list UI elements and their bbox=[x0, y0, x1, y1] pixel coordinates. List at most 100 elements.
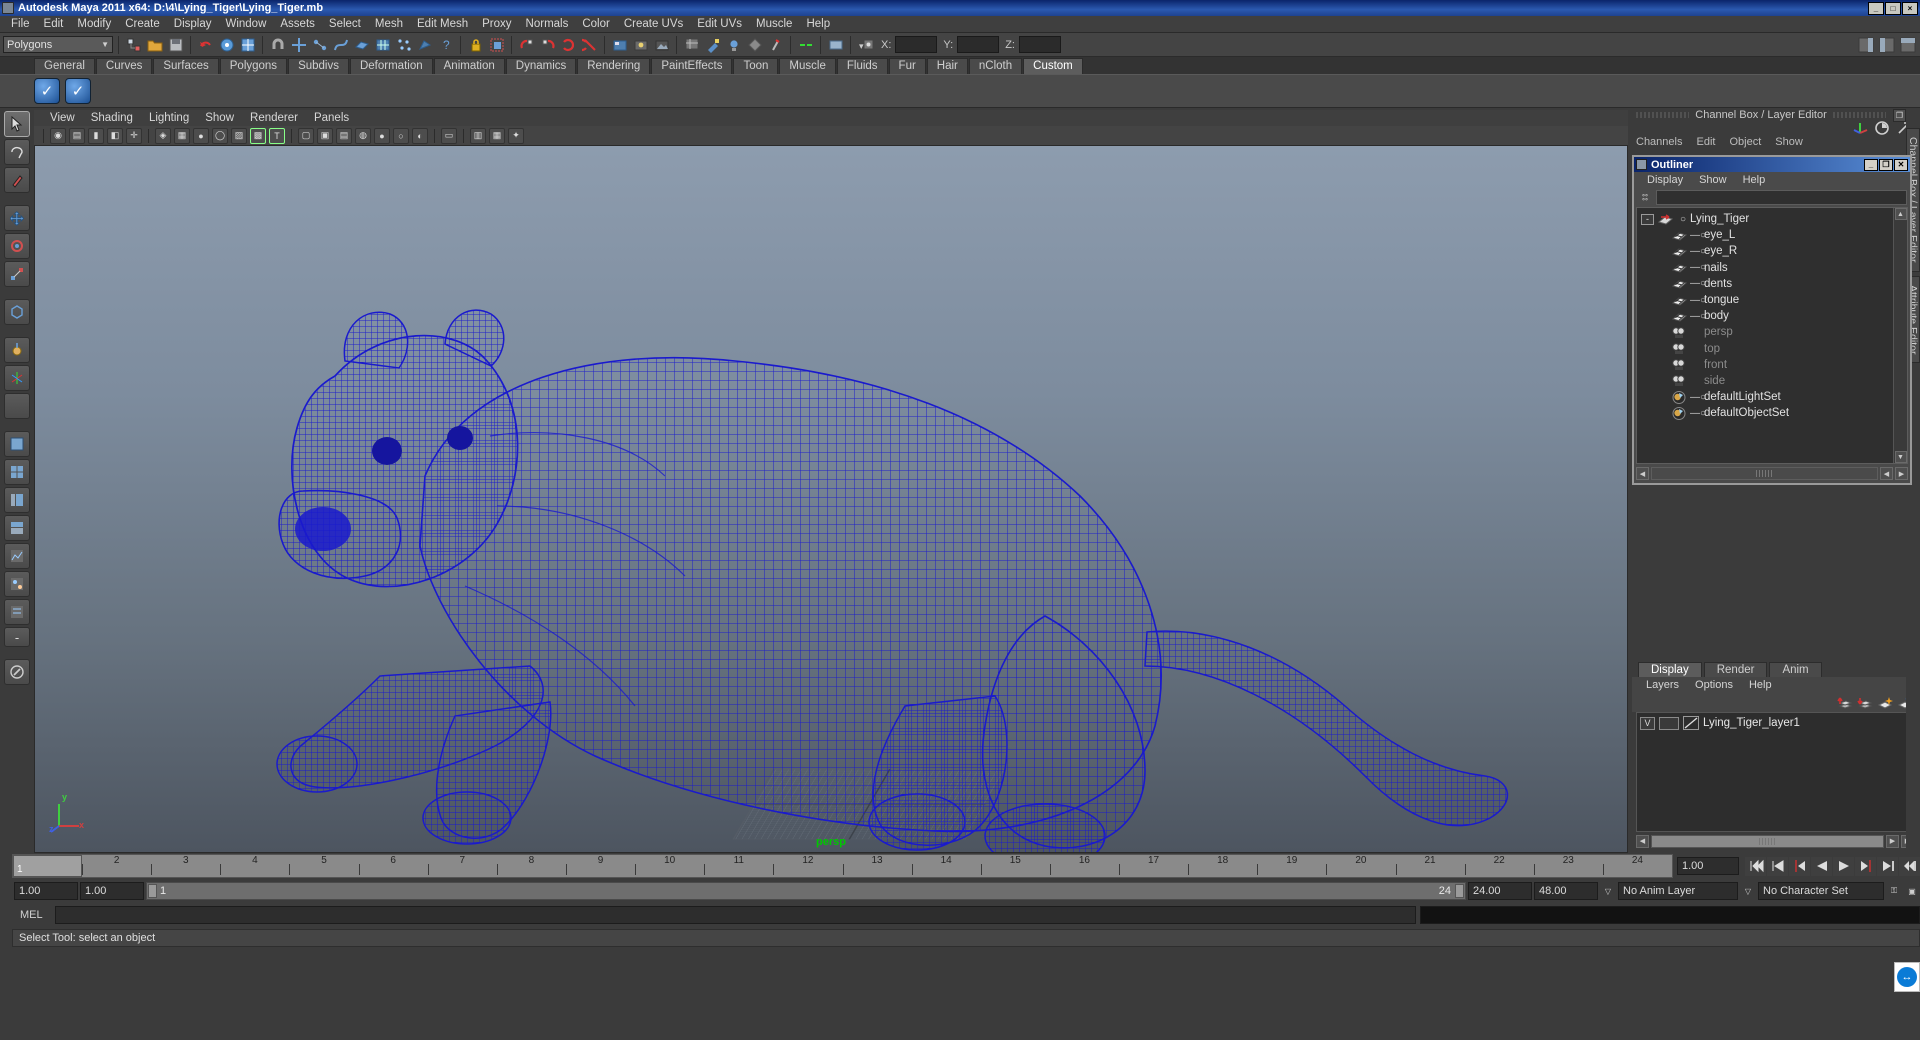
smooth-shade-all-icon[interactable]: ▦ bbox=[174, 127, 190, 144]
hardware-texturing-icon[interactable]: ▩ bbox=[250, 127, 266, 144]
isolate-select-viewport-icon[interactable]: ▭ bbox=[441, 127, 457, 144]
current-time-field[interactable]: 1.00 bbox=[1677, 857, 1739, 875]
channelbox-menu-show[interactable]: Show bbox=[1775, 136, 1803, 150]
outliner-row-persp[interactable]: persp bbox=[1639, 324, 1893, 340]
quick-layout-four-icon[interactable] bbox=[4, 459, 30, 485]
rotate-tool-icon[interactable] bbox=[4, 233, 30, 259]
go-to-end-icon[interactable] bbox=[1899, 856, 1920, 876]
ipr-render-icon[interactable] bbox=[631, 35, 650, 54]
high-quality-render-icon[interactable]: ◍ bbox=[355, 127, 371, 144]
outliner-menu-show[interactable]: Show bbox=[1691, 174, 1735, 186]
drag-handle-left[interactable] bbox=[1636, 112, 1690, 118]
snap-to-grid-icon[interactable] bbox=[373, 35, 392, 54]
layer-color-swatch[interactable] bbox=[1683, 716, 1699, 730]
open-scene-icon[interactable] bbox=[145, 35, 164, 54]
command-language-label[interactable]: MEL bbox=[16, 909, 51, 921]
shelf-tab-hair[interactable]: Hair bbox=[926, 58, 968, 74]
outliner-row-tongue[interactable]: —○ tongue bbox=[1639, 292, 1893, 308]
layer-tab-anim[interactable]: Anim bbox=[1769, 662, 1822, 677]
select-camera-icon[interactable]: ◉ bbox=[50, 127, 66, 144]
outliner-tree[interactable]: - ○ Lying_Tiger —○ eye_L —○ eye_R —○ nails —○ dent… bbox=[1637, 208, 1893, 463]
menu-display[interactable]: Display bbox=[167, 17, 219, 31]
shelf-tab-custom[interactable]: Custom bbox=[1023, 58, 1083, 74]
outliner-filter-icon[interactable]: ⦂⦂ bbox=[1637, 190, 1653, 204]
new-layer-icon[interactable] bbox=[1877, 695, 1893, 709]
layer-horizontal-scrollbar[interactable]: ◀ ▶ ▶ bbox=[1636, 834, 1914, 848]
all-lights-icon[interactable]: ○ bbox=[393, 127, 409, 144]
shelf-tab-surfaces[interactable]: Surfaces bbox=[153, 58, 219, 74]
outliner-row-body[interactable]: —○ body bbox=[1639, 308, 1893, 324]
auto-key-icon[interactable]: ⚿ bbox=[1886, 882, 1902, 900]
outliner-hscroll-thumb[interactable] bbox=[1651, 467, 1878, 480]
outliner-row-defaultobjectset[interactable]: —○ defaultObjectSet bbox=[1639, 405, 1893, 421]
perspective-viewport[interactable]: y x z persp bbox=[34, 145, 1628, 853]
output-connections-icon[interactable] bbox=[538, 35, 557, 54]
render-settings-icon[interactable] bbox=[652, 35, 671, 54]
shelf-tab-toon[interactable]: Toon bbox=[733, 58, 779, 74]
texture-icon[interactable] bbox=[766, 35, 785, 54]
menu-select[interactable]: Select bbox=[322, 17, 368, 31]
shelf-tab-animation[interactable]: Animation bbox=[433, 58, 505, 74]
outliner-node-dot[interactable]: —○ bbox=[1690, 230, 1706, 241]
show-manipulator-icon[interactable] bbox=[826, 35, 845, 54]
pivot-selector-icon[interactable]: ▾ bbox=[856, 35, 875, 54]
animation-start-time-field[interactable]: 1.00 bbox=[14, 882, 78, 900]
make-live-icon[interactable] bbox=[415, 35, 434, 54]
tiger-wireframe-model[interactable] bbox=[35, 146, 1545, 853]
select-tool-icon[interactable] bbox=[4, 111, 30, 137]
outliner-node-dot[interactable]: —○ bbox=[1690, 246, 1706, 257]
shade-options-icon[interactable]: ▨ bbox=[231, 127, 247, 144]
xray-icon[interactable]: ▢ bbox=[298, 127, 314, 144]
lock-icon[interactable] bbox=[466, 35, 485, 54]
camera-attributes-icon[interactable]: ▤ bbox=[69, 127, 85, 144]
menu-help[interactable]: Help bbox=[799, 17, 837, 31]
outliner-menu-help[interactable]: Help bbox=[1735, 174, 1774, 186]
command-input-field[interactable] bbox=[54, 906, 1416, 924]
drag-handle-right[interactable] bbox=[1832, 112, 1886, 118]
quick-layout-outliner-icon[interactable] bbox=[4, 487, 30, 513]
shelf-tab-fur[interactable]: Fur bbox=[888, 58, 926, 74]
layer-menu-help[interactable]: Help bbox=[1741, 679, 1780, 691]
layer-hscroll-thumb[interactable] bbox=[1651, 834, 1884, 848]
snap-to-view-icon[interactable] bbox=[394, 35, 413, 54]
viewport-menu-view[interactable]: View bbox=[42, 112, 83, 124]
smooth-shade-selected-icon[interactable]: ● bbox=[193, 127, 209, 144]
go-to-start-icon[interactable] bbox=[1745, 856, 1766, 876]
hypergraph-icon[interactable] bbox=[682, 35, 701, 54]
move-tool-icon[interactable] bbox=[289, 35, 308, 54]
shelf-tab-rendering[interactable]: Rendering bbox=[577, 58, 651, 74]
show-attribute-editor-icon[interactable] bbox=[1877, 35, 1896, 54]
play-backwards-icon[interactable] bbox=[1811, 856, 1832, 876]
menu-edit[interactable]: Edit bbox=[37, 17, 71, 31]
default-light-icon[interactable]: ● bbox=[374, 127, 390, 144]
grid-display-icon[interactable]: ▥ bbox=[470, 127, 486, 144]
render-region-icon[interactable] bbox=[487, 35, 506, 54]
outliner-node-dot[interactable]: —○ bbox=[1690, 392, 1706, 403]
menu-file[interactable]: File bbox=[4, 17, 37, 31]
move-layer-up-icon[interactable] bbox=[1837, 695, 1853, 709]
outliner-search-input[interactable] bbox=[1656, 189, 1907, 205]
z-coordinate-field[interactable] bbox=[1018, 36, 1061, 53]
outliner-row-side[interactable]: side bbox=[1639, 373, 1893, 389]
outliner-minimize-button[interactable]: _ bbox=[1864, 158, 1878, 171]
range-handle-left[interactable] bbox=[148, 884, 157, 898]
select-component-icon[interactable] bbox=[217, 35, 236, 54]
layer-row[interactable]: V Lying_Tiger_layer1 bbox=[1640, 716, 1910, 730]
show-manipulator-tool-icon[interactable] bbox=[4, 365, 30, 391]
viewport-menu-panels[interactable]: Panels bbox=[306, 112, 357, 124]
bookmark-icon[interactable]: ▮ bbox=[88, 127, 104, 144]
viewport-menu-show[interactable]: Show bbox=[197, 112, 242, 124]
layer-scroll-right-icon[interactable]: ▶ bbox=[1886, 834, 1899, 848]
quick-layout-persp-outliner-icon[interactable] bbox=[4, 515, 30, 541]
input-connections-icon[interactable] bbox=[517, 35, 536, 54]
outliner-maximize-button[interactable]: ❐ bbox=[1879, 158, 1893, 171]
shadows-icon[interactable]: ◐ bbox=[412, 127, 428, 144]
quick-layout-relationship-icon[interactable] bbox=[4, 599, 30, 625]
outliner-menu-display[interactable]: Display bbox=[1639, 174, 1691, 186]
construction-history-icon[interactable] bbox=[559, 35, 578, 54]
outliner-node-dot[interactable]: —○ bbox=[1690, 278, 1706, 289]
shelf-tab-muscle[interactable]: Muscle bbox=[779, 58, 836, 74]
hardware-fog-icon[interactable]: T bbox=[269, 127, 285, 144]
outliner-node-dot[interactable]: —○ bbox=[1690, 408, 1706, 419]
shelf-tab-general[interactable]: General bbox=[34, 58, 95, 74]
